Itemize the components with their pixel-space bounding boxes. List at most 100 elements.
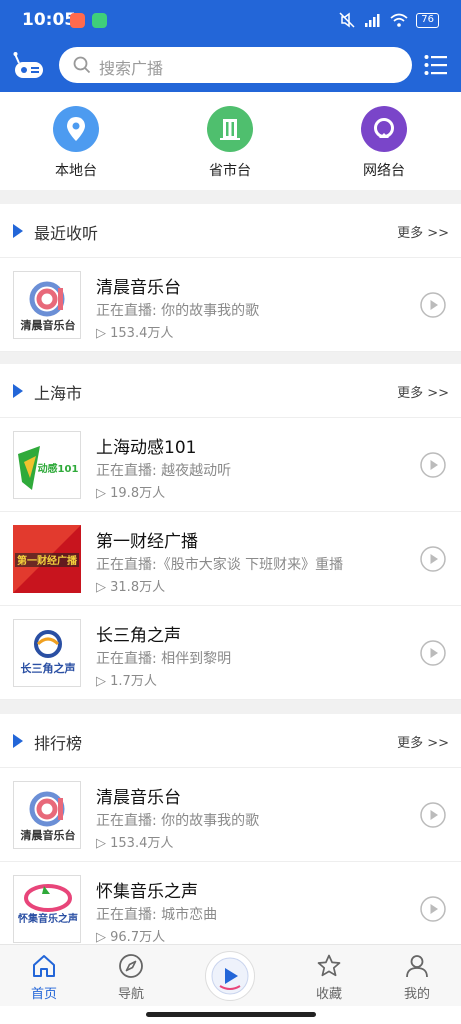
category-bar: 本地台 省市台 网络台 xyxy=(0,92,461,190)
station-listeners: ▷ 153.4万人 xyxy=(96,326,174,341)
station-listeners: ▷ 1.7万人 xyxy=(96,674,157,689)
tab-label: 我的 xyxy=(403,987,430,1002)
compass-icon xyxy=(119,954,143,978)
small-play-icon: ▷ xyxy=(96,930,111,945)
search-icon xyxy=(73,56,91,74)
play-button-icon[interactable] xyxy=(420,546,446,572)
signal-icon xyxy=(365,14,380,27)
status-bar: 10:05 76 xyxy=(0,0,461,40)
section-header-shanghai: 上海市 更多 >> xyxy=(0,364,461,418)
tab-navigation[interactable]: 导航 xyxy=(101,953,161,1002)
top-bar: 10:05 76 搜索广播 xyxy=(0,0,461,92)
category-province[interactable]: 省市台 xyxy=(190,106,270,180)
small-play-icon: ▷ xyxy=(96,486,111,501)
station-row[interactable]: 第一财经广播 第一财经广播 正在直播:《股市大家谈 下班财来》重播 ▷ 31.8… xyxy=(0,512,461,606)
station-logo: 长三角之声 xyxy=(13,619,81,687)
logo-text: 清晨音乐台 xyxy=(21,318,76,332)
notification-app-icon xyxy=(92,13,107,28)
station-row[interactable]: 怀集音乐之声 怀集音乐之声 正在直播: 城市恋曲 ▷ 96.7万人 xyxy=(0,862,461,956)
divider xyxy=(0,352,461,364)
station-logo: 清晨音乐台 xyxy=(13,781,81,849)
home-indicator xyxy=(146,1012,316,1017)
category-label: 网络台 xyxy=(363,163,405,179)
tab-label: 首页 xyxy=(30,987,57,1002)
section-header-recent: 最近收听 更多 >> xyxy=(0,204,461,258)
notification-app-icon xyxy=(70,13,85,28)
logo-text: 长三角之声 xyxy=(21,661,76,675)
network-icon xyxy=(361,106,407,152)
station-name: 长三角之声 xyxy=(96,626,181,646)
now-playing-button[interactable] xyxy=(205,951,255,1001)
station-name: 清晨音乐台 xyxy=(96,788,181,808)
section-marker-icon xyxy=(13,224,23,238)
status-time: 10:05 xyxy=(22,10,77,30)
tab-profile[interactable]: 我的 xyxy=(387,953,447,1002)
station-listeners: ▷ 19.8万人 xyxy=(96,486,166,501)
more-link[interactable]: 更多 >> xyxy=(397,382,449,401)
more-link[interactable]: 更多 >> xyxy=(397,222,449,241)
logo-text: 清晨音乐台 xyxy=(21,828,76,842)
tab-home[interactable]: 首页 xyxy=(14,953,74,1002)
section-marker-icon xyxy=(13,734,23,748)
tab-favorites[interactable]: 收藏 xyxy=(299,953,359,1002)
category-label: 省市台 xyxy=(209,163,251,179)
station-row[interactable]: 长三角之声 长三角之声 正在直播: 相伴到黎明 ▷ 1.7万人 xyxy=(0,606,461,700)
play-button-icon[interactable] xyxy=(420,802,446,828)
logo-text: 第一财经广播 xyxy=(17,554,78,567)
station-live: 正在直播: 城市恋曲 xyxy=(96,907,218,923)
divider xyxy=(0,190,461,204)
station-name: 第一财经广播 xyxy=(96,532,198,552)
station-live: 正在直播: 相伴到黎明 xyxy=(96,651,232,667)
category-local[interactable]: 本地台 xyxy=(36,106,116,180)
radio-icon[interactable] xyxy=(13,51,45,81)
wifi-icon xyxy=(390,13,408,27)
search-placeholder: 搜索广播 xyxy=(99,59,164,78)
station-row[interactable]: 清晨音乐台 清晨音乐台 正在直播: 你的故事我的歌 ▷ 153.4万人 xyxy=(0,768,461,862)
station-name: 上海动感101 xyxy=(96,438,197,458)
station-live: 正在直播:《股市大家谈 下班财来》重播 xyxy=(96,557,344,573)
section-title: 排行榜 xyxy=(34,734,83,753)
station-listeners: ▷ 153.4万人 xyxy=(96,836,174,851)
category-label: 本地台 xyxy=(55,163,97,179)
logo-text: 动感101 xyxy=(38,462,79,475)
home-icon xyxy=(33,955,55,977)
menu-icon[interactable] xyxy=(424,54,448,76)
small-play-icon: ▷ xyxy=(96,836,111,851)
station-listeners: ▷ 96.7万人 xyxy=(96,930,166,945)
section-header-ranking: 排行榜 更多 >> xyxy=(0,714,461,768)
play-button-icon[interactable] xyxy=(420,640,446,666)
more-link[interactable]: 更多 >> xyxy=(397,732,449,751)
station-live: 正在直播: 你的故事我的歌 xyxy=(96,813,260,829)
search-input[interactable]: 搜索广播 xyxy=(59,47,412,83)
station-name: 怀集音乐之声 xyxy=(96,882,198,902)
station-row[interactable]: 清晨音乐台 清晨音乐台 正在直播: 你的故事我的歌 ▷ 153.4万人 xyxy=(0,258,461,352)
tab-label: 收藏 xyxy=(315,987,342,1002)
station-logo: 清晨音乐台 xyxy=(13,271,81,339)
section-marker-icon xyxy=(13,384,23,398)
mute-icon xyxy=(339,12,355,28)
building-icon xyxy=(207,106,253,152)
station-live: 正在直播: 你的故事我的歌 xyxy=(96,303,260,319)
bottom-tab-bar: 首页 导航 收藏 我的 xyxy=(0,944,461,1006)
tab-label: 导航 xyxy=(117,987,144,1002)
category-network[interactable]: 网络台 xyxy=(344,106,424,180)
station-listeners: ▷ 31.8万人 xyxy=(96,580,166,595)
station-logo: 动感101 xyxy=(13,431,81,499)
user-icon xyxy=(406,955,428,978)
play-button-icon[interactable] xyxy=(420,896,446,922)
section-title: 最近收听 xyxy=(34,224,99,243)
location-pin-icon xyxy=(53,106,99,152)
logo-text: 怀集音乐之声 xyxy=(18,912,78,925)
play-button-icon[interactable] xyxy=(420,292,446,318)
section-title: 上海市 xyxy=(34,384,83,403)
play-button-icon[interactable] xyxy=(420,452,446,478)
station-logo: 怀集音乐之声 xyxy=(13,875,81,943)
small-play-icon: ▷ xyxy=(96,580,111,595)
small-play-icon: ▷ xyxy=(96,326,111,341)
divider xyxy=(0,700,461,714)
station-live: 正在直播: 越夜越动听 xyxy=(96,463,232,479)
station-row[interactable]: 动感101 上海动感101 正在直播: 越夜越动听 ▷ 19.8万人 xyxy=(0,418,461,512)
now-playing-play-icon xyxy=(211,957,249,995)
status-icons: 76 xyxy=(338,12,439,28)
star-icon xyxy=(317,954,341,977)
